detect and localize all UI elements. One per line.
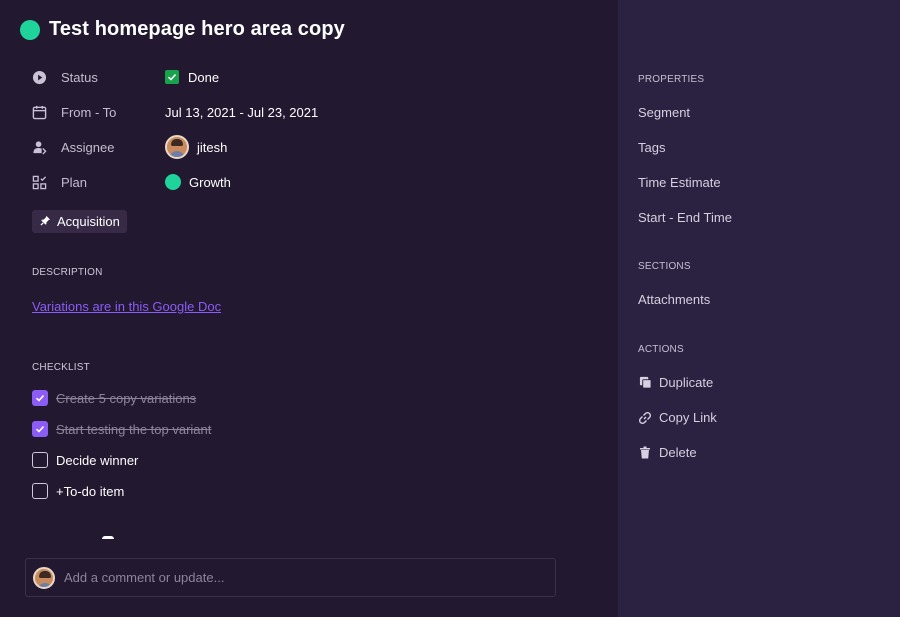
status-label: Status xyxy=(61,69,98,85)
sidebar-item-segment[interactable]: Segment xyxy=(638,105,690,120)
property-plan[interactable]: Plan Growth xyxy=(31,171,431,193)
property-status[interactable]: Status Done xyxy=(31,66,431,88)
assignee-label: Assignee xyxy=(61,139,115,155)
status-dot-icon xyxy=(20,19,40,40)
add-todo-item[interactable]: +To-do item xyxy=(32,482,124,500)
checkbox-unchecked[interactable] xyxy=(32,452,48,468)
status-value[interactable]: Done xyxy=(165,70,219,85)
checklist-item-text: Create 5 copy variations xyxy=(56,390,197,406)
properties-heading: PROPERTIES xyxy=(638,74,705,85)
checklist-heading: CHECKLIST xyxy=(32,362,90,373)
plan-color-dot-icon xyxy=(165,174,181,190)
assignee-icon xyxy=(31,139,47,155)
plan-name: Growth xyxy=(189,174,231,190)
comment-box[interactable] xyxy=(25,558,556,597)
plan-value[interactable]: Growth xyxy=(165,174,231,190)
tag-label: Acquisition xyxy=(57,214,120,229)
checkbox-unchecked[interactable] xyxy=(32,483,48,499)
description-heading: DESCRIPTION xyxy=(32,267,103,278)
checklist-item[interactable]: Start testing the top variant xyxy=(32,420,211,438)
action-label: Copy Link xyxy=(659,410,717,425)
sidebar: PROPERTIES Segment Tags Time Estimate St… xyxy=(618,0,900,617)
trash-icon xyxy=(638,446,652,459)
action-duplicate[interactable]: Duplicate xyxy=(638,375,713,390)
comment-input[interactable] xyxy=(64,570,524,585)
action-label: Delete xyxy=(659,445,697,460)
action-copy-link[interactable]: Copy Link xyxy=(638,410,717,425)
pin-icon xyxy=(40,215,51,229)
duplicate-icon xyxy=(638,376,652,389)
property-assignee[interactable]: Assignee jitesh xyxy=(31,135,431,159)
calendar-icon xyxy=(31,104,47,120)
task-title-row: Test homepage hero area copy xyxy=(20,18,345,41)
checkbox-checked[interactable] xyxy=(32,421,48,437)
tag-chip-acquisition[interactable]: Acquisition xyxy=(32,210,127,233)
avatar xyxy=(165,135,189,159)
action-delete[interactable]: Delete xyxy=(638,445,697,460)
sections-heading: SECTIONS xyxy=(638,261,691,272)
task-title[interactable]: Test homepage hero area copy xyxy=(49,18,345,41)
plan-label: Plan xyxy=(61,174,88,190)
task-detail-panel: Test homepage hero area copy Status Done… xyxy=(0,0,618,617)
dates-label: From - To xyxy=(61,104,117,120)
action-label: Duplicate xyxy=(659,375,714,390)
scroll-indicator xyxy=(102,536,114,539)
checklist-item[interactable]: Create 5 copy variations xyxy=(32,389,196,407)
done-check-icon xyxy=(165,70,179,84)
sidebar-item-tags[interactable]: Tags xyxy=(638,140,665,155)
sidebar-item-time-estimate[interactable]: Time Estimate xyxy=(638,175,721,190)
add-todo-text: +To-do item xyxy=(56,483,125,499)
status-play-icon xyxy=(31,69,47,85)
dates-value[interactable]: Jul 13, 2021 - Jul 23, 2021 xyxy=(165,105,318,120)
property-dates[interactable]: From - To Jul 13, 2021 - Jul 23, 2021 xyxy=(31,101,431,123)
actions-heading: ACTIONS xyxy=(638,344,684,355)
checkbox-checked[interactable] xyxy=(32,390,48,406)
plan-icon xyxy=(31,174,47,190)
assignee-name: jitesh xyxy=(197,139,228,155)
checklist-item-text: Decide winner xyxy=(56,452,139,468)
checklist-item[interactable]: Decide winner xyxy=(32,451,138,469)
assignee-value[interactable]: jitesh xyxy=(165,135,227,159)
link-icon xyxy=(638,411,652,425)
sidebar-item-attachments[interactable]: Attachments xyxy=(638,292,710,307)
sidebar-item-start-end-time[interactable]: Start - End Time xyxy=(638,210,732,225)
google-doc-link[interactable]: Variations are in this Google Doc xyxy=(32,299,221,314)
status-value-text: Done xyxy=(188,69,220,85)
avatar xyxy=(33,566,55,589)
checklist-item-text: Start testing the top variant xyxy=(56,421,212,437)
